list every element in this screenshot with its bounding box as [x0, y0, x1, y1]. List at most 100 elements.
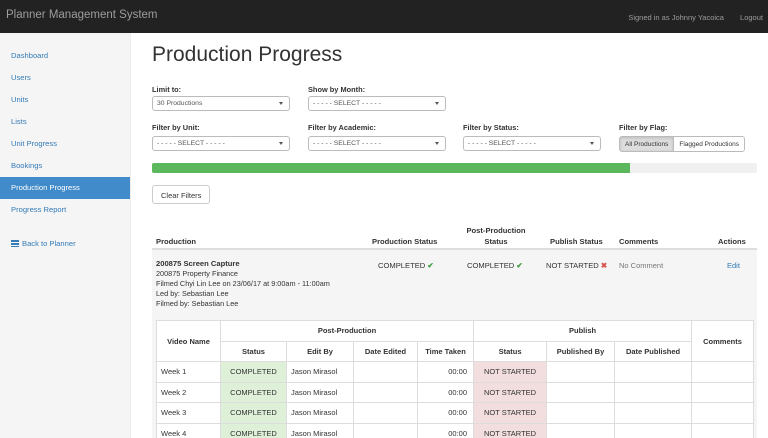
month-label: Show by Month:	[308, 85, 366, 94]
unit-filter-label: Filter by Unit:	[152, 123, 200, 132]
academic-filter-select[interactable]: - - - - - SELECT - - - - -	[308, 136, 446, 151]
video-name: Week 3	[156, 402, 221, 424]
video-status: COMPLETED	[220, 422, 287, 438]
status-filter-value: - - - - - SELECT - - - - -	[468, 140, 536, 147]
video-date-edited	[353, 361, 418, 383]
video-time-taken: 00:00	[416, 422, 475, 438]
chevron-down-icon	[435, 142, 439, 145]
video-publish-status: NOT STARTED	[473, 402, 548, 424]
publish-group-header: Publish	[473, 320, 693, 342]
date-edited-header: Date Edited	[353, 340, 418, 362]
video-date-published	[614, 402, 693, 424]
page-title: Production Progress	[152, 43, 343, 66]
video-name: Week 4	[156, 422, 221, 438]
video-comments	[691, 422, 755, 438]
production-comment: No Comment	[619, 261, 664, 270]
unit-filter-select[interactable]: - - - - - SELECT - - - - -	[152, 136, 290, 151]
video-published-by	[546, 402, 616, 424]
logout-link[interactable]: Logout	[740, 13, 763, 22]
month-select-value: - - - - - SELECT - - - - -	[313, 100, 381, 107]
video-time-taken: 00:00	[416, 361, 475, 383]
clear-filters-button[interactable]: Clear Filters	[152, 185, 211, 204]
col-production-status: Production Status	[372, 237, 438, 246]
col-comments: Comments	[619, 237, 659, 246]
production-led-by: Led by: Sebastian Lee	[156, 289, 229, 298]
video-comments-header: Comments	[691, 320, 755, 362]
video-published-by	[546, 381, 616, 403]
back-to-planner-link[interactable]: Back to Planner	[0, 233, 130, 255]
col-production: Production	[156, 237, 197, 246]
publish-status: NOT STARTED ✖	[546, 261, 607, 270]
edit-link[interactable]: Edit	[727, 261, 740, 270]
video-row: Week 2 COMPLETED Jason Mirasol 00:00 NOT…	[156, 381, 755, 403]
productions-table-header: Production Production Status Post-Produc…	[152, 218, 757, 250]
production-row: 200875 Screen Capture 200875 Property Fi…	[152, 250, 757, 438]
video-name: Week 1	[156, 361, 221, 383]
video-time-taken: 00:00	[416, 402, 475, 424]
videos-table: Video Name Post-Production Publish Comme…	[156, 320, 755, 438]
production-filmed-by: Filmed by: Sebastian Lee	[156, 299, 239, 308]
app-title[interactable]: Planner Management System	[6, 9, 158, 21]
video-publish-status: NOT STARTED	[473, 361, 548, 383]
production-filmed-info: Filmed Chyi Lin Lee on 23/06/17 at 9:00a…	[156, 279, 330, 288]
limit-select-value: 30 Productions	[157, 100, 203, 107]
sidebar-nav: Dashboard Users Units Lists Unit Progres…	[0, 33, 130, 255]
academic-filter-value: - - - - - SELECT - - - - -	[313, 140, 381, 147]
sidebar-item-lists[interactable]: Lists	[0, 111, 130, 133]
video-date-published	[614, 422, 693, 438]
edit-by-header: Edit By	[286, 340, 354, 362]
status-filter-select[interactable]: - - - - - SELECT - - - - -	[463, 136, 601, 151]
sidebar-item-production-progress[interactable]: Production Progress	[0, 177, 130, 199]
flagged-productions-button[interactable]: Flagged Productions	[673, 137, 744, 151]
video-edit-by: Jason Mirasol	[286, 422, 354, 438]
video-status: COMPLETED	[220, 402, 287, 424]
col-actions: Actions	[718, 237, 746, 246]
academic-filter-label: Filter by Academic:	[308, 123, 376, 132]
production-status-text: COMPLETED	[378, 261, 426, 270]
video-name-header: Video Name	[156, 320, 221, 362]
video-row: Week 3 COMPLETED Jason Mirasol 00:00 NOT…	[156, 402, 755, 424]
sidebar-item-progress-report[interactable]: Progress Report	[0, 199, 130, 221]
time-taken-header: Time Taken	[416, 340, 475, 362]
chevron-down-icon	[279, 102, 283, 105]
video-status: COMPLETED	[220, 361, 287, 383]
all-productions-button[interactable]: All Productions	[620, 137, 674, 151]
chevron-down-icon	[279, 142, 283, 145]
sidebar-item-unit-progress[interactable]: Unit Progress	[0, 133, 130, 155]
progress-bar-fill	[152, 163, 630, 173]
month-select[interactable]: - - - - - SELECT - - - - -	[308, 96, 446, 111]
video-date-edited	[353, 381, 418, 403]
video-comments	[691, 361, 755, 383]
sidebar-item-bookings[interactable]: Bookings	[0, 155, 130, 177]
limit-select[interactable]: 30 Productions	[152, 96, 290, 111]
top-navbar: Planner Management System Signed in as J…	[0, 0, 768, 33]
limit-label: Limit to:	[152, 85, 182, 94]
video-comments	[691, 381, 755, 403]
video-edit-by: Jason Mirasol	[286, 361, 354, 383]
video-comments	[691, 402, 755, 424]
video-date-published	[614, 361, 693, 383]
video-date-published	[614, 381, 693, 403]
video-date-edited	[353, 402, 418, 424]
flag-filter-toggle: All Productions Flagged Productions	[619, 136, 745, 152]
checkmark-icon: ✔	[427, 261, 434, 270]
cross-icon: ✖	[600, 261, 608, 270]
published-by-header: Published By	[546, 340, 616, 362]
video-row: Week 1 COMPLETED Jason Mirasol 00:00 NOT…	[156, 361, 755, 383]
sidebar-item-users[interactable]: Users	[0, 67, 130, 89]
unit-filter-value: - - - - - SELECT - - - - -	[157, 140, 225, 147]
chevron-down-icon	[435, 102, 439, 105]
sidebar-item-units[interactable]: Units	[0, 89, 130, 111]
back-to-planner-label: Back to Planner	[22, 239, 76, 248]
video-edit-by: Jason Mirasol	[286, 381, 354, 403]
list-grid-icon	[11, 240, 19, 247]
video-published-by	[546, 422, 616, 438]
signed-in-text: Signed in as Johnny Yacoica	[628, 13, 724, 22]
video-publish-status: NOT STARTED	[473, 381, 548, 403]
production-status: COMPLETED ✔	[378, 261, 434, 270]
progress-bar	[152, 163, 757, 173]
video-time-taken: 00:00	[416, 381, 475, 403]
video-publish-status: NOT STARTED	[473, 422, 548, 438]
col-post-production-status: Post-Production Status	[466, 226, 526, 246]
sidebar-item-dashboard[interactable]: Dashboard	[0, 45, 130, 67]
